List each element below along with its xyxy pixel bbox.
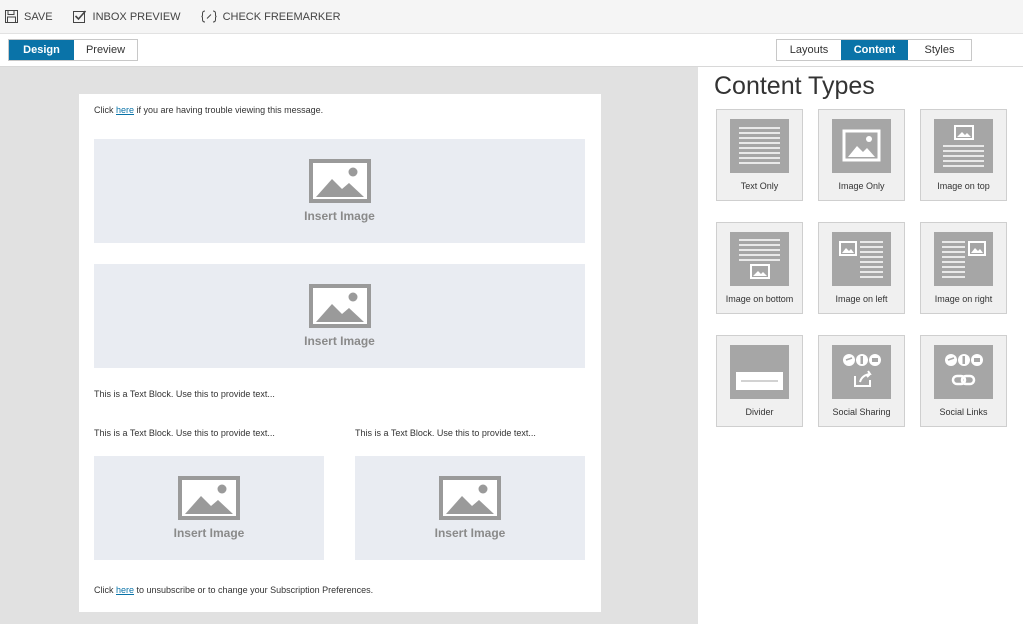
- tile-social-links[interactable]: Social Links: [920, 335, 1007, 427]
- insert-image-label: Insert Image: [304, 209, 375, 223]
- tile-label: Image on right: [934, 294, 993, 304]
- image-block-3[interactable]: Insert Image: [94, 456, 324, 560]
- view-bar: Design Preview Layouts Content Styles: [0, 34, 1023, 67]
- image-placeholder-icon: [178, 476, 240, 520]
- tile-label: Text Only: [740, 181, 779, 191]
- tile-label: Social Sharing: [832, 407, 891, 417]
- image-block-4[interactable]: Insert Image: [355, 456, 585, 560]
- social-links-icon: [934, 345, 993, 399]
- tile-social-sharing[interactable]: Social Sharing: [818, 335, 905, 427]
- image-on-left-icon: [832, 232, 891, 286]
- tile-image-on-left[interactable]: Image on left: [818, 222, 905, 314]
- text-block-3[interactable]: This is a Text Block. Use this to provid…: [355, 428, 536, 438]
- text-block-1[interactable]: This is a Text Block. Use this to provid…: [94, 389, 275, 399]
- insert-image-label: Insert Image: [304, 334, 375, 348]
- image-only-icon: [832, 119, 891, 173]
- check-freemarker-button[interactable]: CHECK FREEMARKER: [201, 0, 341, 34]
- insert-image-label: Insert Image: [434, 526, 506, 540]
- panel-toggle: Layouts Content Styles: [776, 39, 972, 61]
- check-freemarker-label: CHECK FREEMARKER: [222, 10, 341, 23]
- text-block-2[interactable]: This is a Text Block. Use this to provid…: [94, 428, 275, 438]
- social-sharing-icon: [832, 345, 891, 399]
- tile-label: Social Links: [939, 407, 988, 417]
- inbox-preview-button[interactable]: INBOX PREVIEW: [72, 0, 181, 34]
- tab-layouts[interactable]: Layouts: [777, 40, 841, 60]
- unsubscribe-link[interactable]: here: [116, 585, 134, 595]
- view-online-link[interactable]: here: [116, 105, 134, 115]
- tile-label: Image on top: [937, 181, 990, 191]
- image-block-1[interactable]: Insert Image: [94, 139, 585, 243]
- tab-design[interactable]: Design: [9, 40, 74, 60]
- tile-image-on-right[interactable]: Image on right: [920, 222, 1007, 314]
- image-on-right-icon: [934, 232, 993, 286]
- header-prefix: Click: [94, 105, 116, 115]
- save-label: SAVE: [24, 10, 53, 23]
- view-toggle: Design Preview: [8, 39, 138, 61]
- text-only-icon: [730, 119, 789, 173]
- tile-label: Image on left: [835, 294, 888, 304]
- tile-label: Divider: [745, 407, 774, 417]
- tile-label: Image Only: [838, 181, 885, 191]
- content-types-panel: Content Types Text Only Image Only Image…: [698, 67, 1023, 624]
- top-toolbar: SAVE INBOX PREVIEW CHECK FREEMARKER: [0, 0, 1023, 34]
- tile-image-on-bottom[interactable]: Image on bottom: [716, 222, 803, 314]
- footer-prefix: Click: [94, 585, 116, 595]
- checkbox-check-icon: [72, 10, 86, 23]
- save-icon: [5, 10, 18, 23]
- tile-image-on-top[interactable]: Image on top: [920, 109, 1007, 201]
- design-canvas: Click here if you are having trouble vie…: [0, 67, 698, 624]
- image-placeholder-icon: [308, 284, 371, 328]
- insert-image-label: Insert Image: [173, 526, 245, 540]
- panel-title: Content Types: [714, 72, 875, 100]
- unsubscribe-text: Click here to unsubscribe or to change y…: [94, 585, 373, 595]
- trouble-viewing-text: Click here if you are having trouble vie…: [94, 105, 323, 115]
- footer-suffix: to unsubscribe or to change your Subscri…: [134, 585, 374, 595]
- tile-image-only[interactable]: Image Only: [818, 109, 905, 201]
- tab-styles[interactable]: Styles: [908, 40, 971, 60]
- image-on-top-icon: [934, 119, 993, 173]
- tab-preview[interactable]: Preview: [74, 40, 137, 60]
- code-braces-icon: [201, 10, 217, 23]
- inbox-preview-label: INBOX PREVIEW: [92, 10, 181, 23]
- header-suffix: if you are having trouble viewing this m…: [134, 105, 324, 115]
- tile-divider[interactable]: Divider: [716, 335, 803, 427]
- email-body: Click here if you are having trouble vie…: [79, 94, 601, 612]
- image-block-2[interactable]: Insert Image: [94, 264, 585, 368]
- tab-content[interactable]: Content: [841, 40, 908, 60]
- tile-label: Image on bottom: [725, 294, 794, 304]
- image-placeholder-icon: [308, 159, 371, 203]
- tile-text-only[interactable]: Text Only: [716, 109, 803, 201]
- image-placeholder-icon: [439, 476, 501, 520]
- image-on-bottom-icon: [730, 232, 789, 286]
- save-button[interactable]: SAVE: [5, 0, 53, 34]
- divider-icon: [730, 345, 789, 399]
